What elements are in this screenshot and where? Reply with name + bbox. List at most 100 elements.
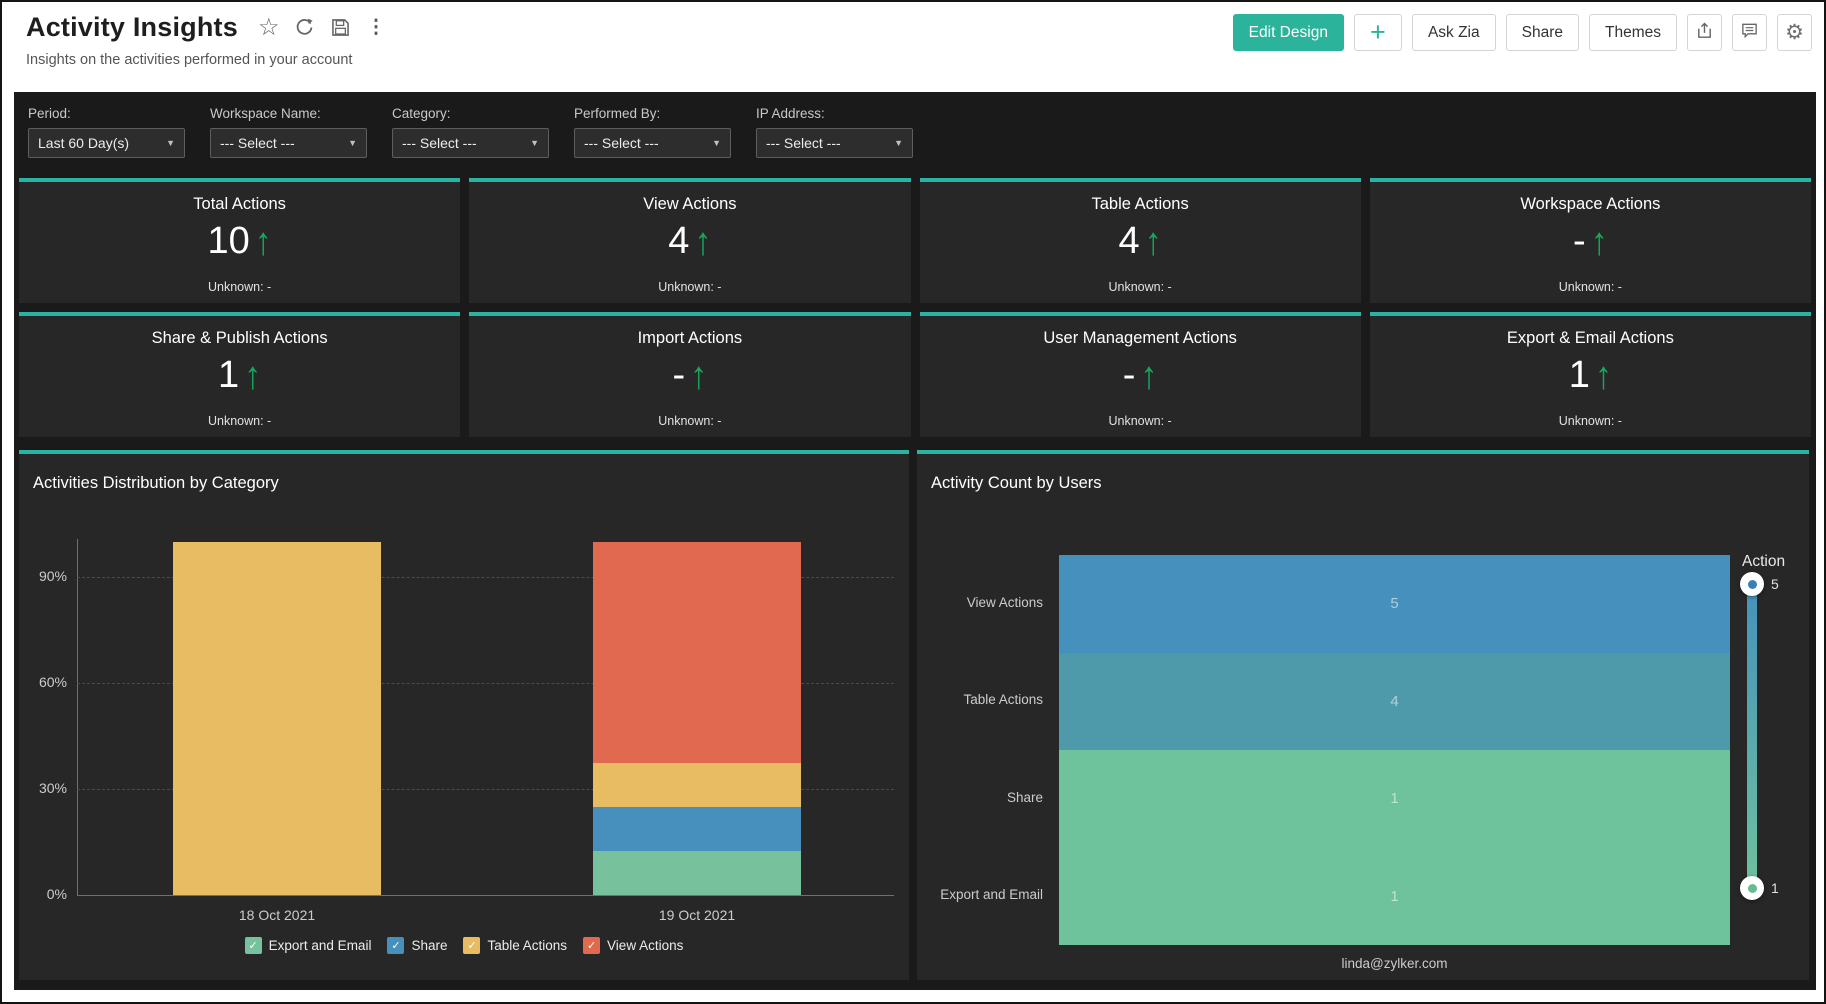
kpi-value-row: 4↑ [920,220,1361,263]
y-tick-label-0: 0% [23,886,67,902]
selected-value: Last 60 Day(s) [38,135,129,151]
slider-handle-min-dot [1748,884,1757,893]
chart-legend: ✓Export and Email✓Share✓Table Actions✓Vi… [19,937,909,954]
action-range-slider-track[interactable] [1747,578,1757,894]
ask-zia-button[interactable]: Ask Zia [1412,14,1496,51]
dashboard: Period:Last 60 Day(s)▼Workspace Name:---… [14,92,1816,990]
filter-select-category[interactable]: --- Select ---▼ [392,128,549,158]
kpi-value: - [673,354,686,397]
activity-count-panel: Activity Count by Users 5View Actions4Ta… [917,450,1809,980]
legend-checkbox-share[interactable]: ✓ [387,937,404,954]
bar-segment-19-oct-2021-export-and-email[interactable] [593,851,801,895]
kpi-title: Import Actions [469,329,910,348]
trend-up-arrow-icon: ↑ [1140,356,1157,395]
refresh-icon[interactable] [294,17,315,38]
kpi-title: Export & Email Actions [1370,329,1811,348]
slider-handle-max[interactable] [1740,572,1764,596]
kpi-title: Total Actions [19,195,460,214]
chart-title-category: Activities Distribution by Category [33,474,279,493]
settings-button[interactable]: ⚙ [1777,14,1812,51]
title-icons: ☆ ⋮ [258,16,386,40]
chevron-down-icon: ▼ [712,138,721,148]
heatmap-cell-share[interactable]: 1 [1059,750,1730,848]
trend-up-arrow-icon: ↑ [1145,222,1162,261]
trend-up-arrow-icon: ↑ [1591,222,1608,261]
legend-item-view-actions[interactable]: ✓View Actions [583,937,683,954]
kpi-title: User Management Actions [920,329,1361,348]
y-category-label-export-and-email: Export and Email [917,887,1043,902]
bar-segment-19-oct-2021-table-actions[interactable] [593,763,801,807]
filter-select-period[interactable]: Last 60 Day(s) ▼ [28,128,185,158]
kpi-card-view-actions: View Actions4↑Unknown: - [469,178,910,303]
selected-value: --- Select --- [766,135,841,151]
kpi-value: 4 [1119,220,1140,263]
legend-item-export-and-email[interactable]: ✓ Export and Email [245,937,372,954]
save-icon[interactable] [330,17,351,38]
kpi-card-share-publish-actions: Share & Publish Actions1↑Unknown: - [19,312,460,437]
heatmap-cell-view-actions[interactable]: 5 [1059,555,1730,653]
add-button[interactable]: + [1354,14,1402,51]
legend-item-share[interactable]: ✓Share [387,937,447,954]
trend-up-arrow-icon: ↑ [690,356,707,395]
x-axis-user-label: linda@zylker.com [1059,956,1730,971]
y-category-label-view-actions: View Actions [917,595,1043,610]
legend-label: Export and Email [269,938,372,953]
slider-max-value: 5 [1771,576,1779,592]
x-axis-line [77,895,894,896]
filter-period: Period: Last 60 Day(s) ▼ [28,106,185,158]
filter-workspace-name: Workspace Name: --- Select ---▼ [210,106,367,158]
kpi-title: Table Actions [920,195,1361,214]
page-title: Activity Insights [26,12,238,43]
kpi-card-total-actions: Total Actions 10↑ Unknown: - [19,178,460,303]
favorite-star-icon[interactable]: ☆ [258,16,280,40]
kpi-title: View Actions [469,195,910,214]
legend-checkbox-table-actions[interactable]: ✓ [463,937,480,954]
kpi-card-import-actions: Import Actions -↑ Unknown: - [469,312,910,437]
bar-segment-19-oct-2021-view-actions[interactable] [593,542,801,763]
kebab-menu-icon[interactable]: ⋮ [366,16,385,39]
header: Activity Insights ☆ ⋮ Insights on the ac… [2,2,1824,90]
title-row: Activity Insights ☆ ⋮ [26,12,385,43]
bar-segment-19-oct-2021-share[interactable] [593,807,801,851]
legend-checkbox-export-and-email[interactable]: ✓ [245,937,262,954]
slider-handle-min[interactable] [1740,876,1764,900]
page-subtitle: Insights on the activities performed in … [26,52,352,68]
kpi-value-row: 10↑ [19,220,460,263]
y-axis-line [77,539,78,896]
heatmap-cell-table-actions[interactable]: 4 [1059,653,1730,751]
app-window: Activity Insights ☆ ⋮ Insights on the ac… [0,0,1826,1004]
legend-item-table-actions[interactable]: ✓ Table Actions [463,937,567,954]
comment-icon [1740,21,1759,45]
filter-select-ip-address[interactable]: --- Select ---▼ [756,128,913,158]
legend-checkbox-view-actions[interactable]: ✓ [583,937,600,954]
slider-label: Action [1742,553,1785,571]
y-tick-label-60: 60% [23,674,67,690]
x-axis-label-19-oct-2021: 19 Oct 2021 [587,907,807,923]
kpi-footer: Unknown: - [469,414,910,428]
filter-label-performed-by: Performed By: [574,106,731,121]
themes-button[interactable]: Themes [1589,14,1677,51]
kpi-card-workspace-actions: Workspace Actions-↑Unknown: - [1370,178,1811,303]
filter-select-workspace-name[interactable]: --- Select ---▼ [210,128,367,158]
kpi-card-table-actions: Table Actions 4↑ Unknown: - [920,178,1361,303]
filter-label-workspace-name: Workspace Name: [210,106,367,121]
chevron-down-icon: ▼ [166,138,175,148]
chart-title-users: Activity Count by Users [931,474,1102,493]
kpi-value: - [1573,220,1586,263]
filter-label-ip-address: IP Address: [756,106,913,121]
legend-label: Table Actions [487,938,567,953]
heatmap-cell-export-and-email[interactable]: 1 [1059,848,1730,946]
selected-value: --- Select --- [402,135,477,151]
comments-button[interactable] [1732,14,1767,51]
kpi-footer: Unknown: - [19,280,460,294]
filter-label-period: Period: [28,106,185,121]
bar-segment-18-oct-2021-table-actions[interactable] [173,542,381,895]
filter-select-performed-by[interactable]: --- Select ---▼ [574,128,731,158]
kpi-grid: Total Actions10↑Unknown: -View Actions4↑… [19,178,1811,437]
export-button[interactable] [1687,14,1722,51]
trend-up-arrow-icon: ↑ [694,222,711,261]
header-actions: Edit Design + Ask Zia Share Themes ⚙ [1233,14,1812,51]
share-button[interactable]: Share [1506,14,1579,51]
edit-design-button[interactable]: Edit Design [1233,14,1344,51]
kpi-footer: Unknown: - [920,280,1361,294]
